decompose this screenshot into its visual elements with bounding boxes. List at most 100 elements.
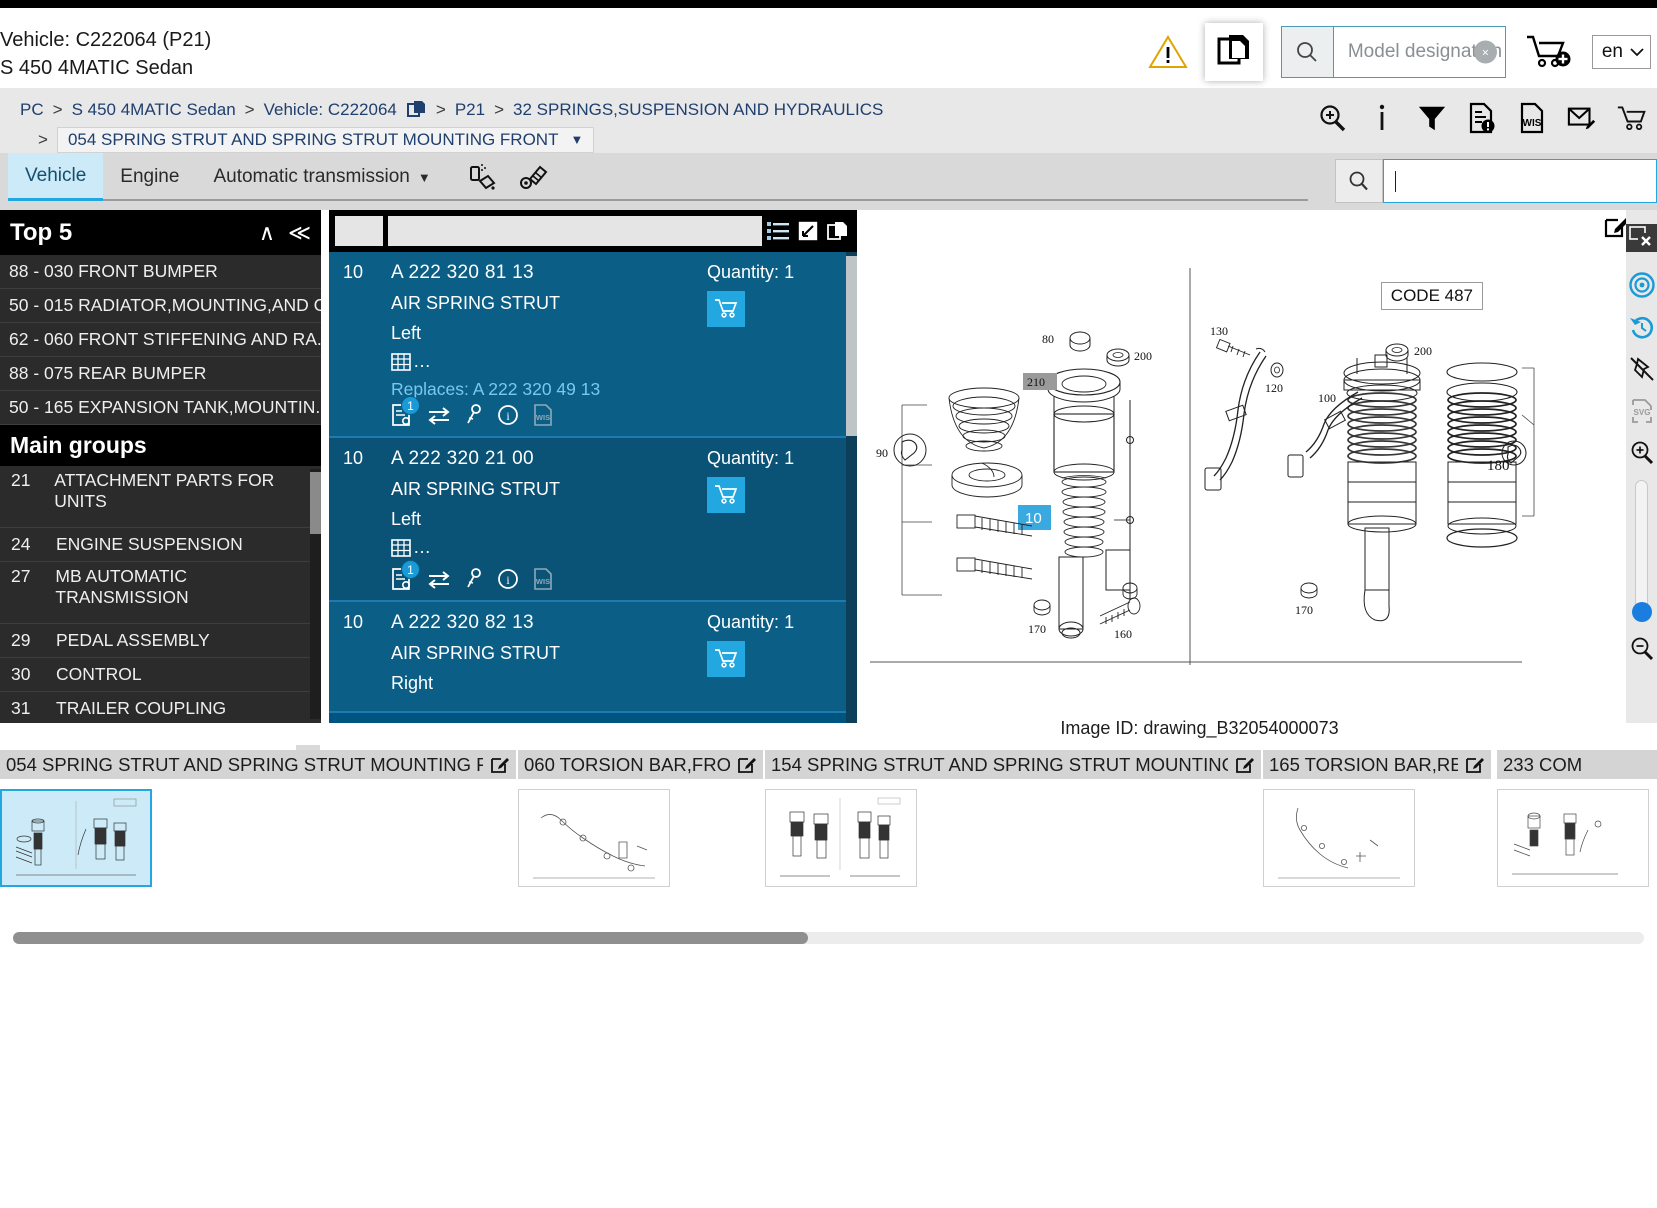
thumbnail-image[interactable] [518, 789, 670, 887]
thumbnail-image[interactable] [1263, 789, 1415, 887]
language-selector[interactable]: en [1591, 35, 1651, 69]
wis-icon[interactable]: WIS [533, 568, 553, 590]
drawing-viewer[interactable]: CODE 487 80 200 210 10 90 160 170 130 12… [862, 210, 1537, 723]
chevron-up-icon[interactable]: ∧ [259, 220, 275, 246]
part-number[interactable]: A 222 320 81 13 [391, 262, 707, 284]
expand-icon[interactable] [797, 220, 819, 242]
wis-icon[interactable]: WIS [533, 404, 553, 426]
part-number[interactable]: A 222 320 21 00 [391, 448, 707, 470]
part-number[interactable]: A 222 320 82 13 [391, 612, 707, 634]
edit-pencil-icon[interactable] [491, 755, 510, 774]
thumbnail-column[interactable]: 233 COM [1497, 750, 1657, 887]
close-icon[interactable] [1626, 224, 1657, 252]
thumbnail-header[interactable]: 154 SPRING STRUT AND SPRING STRUT MOUNTI… [765, 750, 1261, 779]
paint-spray-icon[interactable] [466, 161, 498, 193]
tab-engine[interactable]: Engine [103, 153, 196, 201]
tab-automatic-transmission[interactable]: Automatic transmission ▼ [196, 153, 447, 201]
main-group-30[interactable]: 30 CONTROL [0, 658, 321, 692]
breadcrumb-item-p21[interactable]: P21 [455, 100, 485, 120]
cart-icon[interactable] [1617, 102, 1647, 134]
thumbnail-image-selected[interactable] [0, 789, 152, 887]
info-circle-icon[interactable]: i [497, 568, 519, 590]
horizontal-scrollbar-thumb[interactable] [13, 932, 808, 944]
edit-pencil-icon[interactable] [1236, 755, 1255, 774]
main-group-27[interactable]: 27 MB AUTOMATIC TRANSMISSION [0, 562, 321, 624]
zoom-search-icon[interactable] [1317, 102, 1347, 134]
part-replaces[interactable]: Replaces: A 222 320 49 13 [391, 379, 707, 400]
target-focus-icon[interactable] [1626, 264, 1657, 306]
thumbnail-header[interactable]: 165 TORSION BAR,REAR [1263, 750, 1491, 779]
zoom-in-icon[interactable] [1626, 432, 1657, 474]
warning-triangle-icon[interactable] [1145, 29, 1191, 75]
svg-export-icon[interactable]: SVG [1626, 390, 1657, 432]
copy-icon[interactable] [827, 220, 849, 242]
part-quantity: Quantity: 1 [707, 612, 845, 633]
thumbnail-column[interactable]: 060 TORSION BAR,FRONT [518, 750, 763, 887]
breadcrumb-current-dropdown[interactable]: 054 SPRING STRUT AND SPRING STRUT MOUNTI… [56, 126, 595, 153]
part-row[interactable]: 10 A 222 320 82 13 AIR SPRING STRUT Righ… [329, 602, 857, 713]
add-to-cart-button[interactable] [707, 291, 745, 327]
thumbnail-image[interactable] [765, 789, 917, 887]
zoom-slider-handle[interactable] [1632, 602, 1652, 622]
part-row[interactable]: 10 A 222 320 81 13 AIR SPRING STRUT Left… [329, 252, 857, 438]
top5-item[interactable]: 50 - 015 RADIATOR,MOUNTING,AND C... [0, 289, 321, 323]
history-undo-icon[interactable] [1626, 306, 1657, 348]
tab-vehicle[interactable]: Vehicle [8, 153, 104, 201]
exchange-arrows-icon[interactable] [427, 569, 451, 589]
wis-document-icon[interactable]: WIS [1517, 102, 1547, 134]
breadcrumb-item-vehicle[interactable]: Vehicle: C222064 [264, 100, 397, 120]
model-designation-search[interactable]: Model designation × [1280, 26, 1506, 78]
top5-item[interactable]: 62 - 060 FRONT STIFFENING AND RA... [0, 323, 321, 357]
info-icon[interactable] [1367, 102, 1397, 134]
sidebar-scrollbar-thumb[interactable] [310, 472, 321, 534]
parts-search[interactable] [1335, 159, 1657, 203]
main-group-21[interactable]: 21 ATTACHMENT PARTS FOR UNITS [0, 466, 321, 528]
breadcrumb-item-pc[interactable]: PC [20, 100, 44, 120]
add-to-cart-button[interactable] [707, 641, 745, 677]
filter-funnel-icon[interactable] [1417, 102, 1447, 134]
collapse-left-icon[interactable]: ≪ [288, 220, 311, 246]
copy-documents-icon[interactable] [1204, 23, 1263, 81]
thumbnail-column[interactable]: 054 SPRING STRUT AND SPRING STRUT MOUNTI… [0, 750, 516, 887]
parts-scrollbar-thumb[interactable] [846, 256, 857, 436]
zoom-out-icon[interactable] [1626, 628, 1657, 670]
edit-pencil-icon[interactable] [738, 755, 757, 774]
edit-pencil-icon[interactable] [1466, 755, 1485, 774]
top5-item[interactable]: 50 - 165 EXPANSION TANK,MOUNTIN... [0, 391, 321, 425]
thumbnail-header[interactable]: 060 TORSION BAR,FRONT [518, 750, 763, 779]
copy-vehicle-icon[interactable] [406, 99, 427, 120]
key-icon[interactable] [465, 404, 483, 426]
main-group-29[interactable]: 29 PEDAL ASSEMBLY [0, 624, 321, 658]
model-designation-input[interactable]: Model designation × [1334, 27, 1505, 77]
breadcrumb-item-group[interactable]: 32 SPRINGS,SUSPENSION AND HYDRAULICS [513, 100, 883, 120]
info-circle-icon[interactable]: i [497, 404, 519, 426]
part-row[interactable]: 10 A 222 320 21 00 AIR SPRING STRUT Left… [329, 438, 857, 602]
top5-item[interactable]: 88 - 075 REAR BUMPER [0, 357, 321, 391]
parts-filter-box-wide[interactable] [388, 216, 762, 246]
hardware-bolt-icon[interactable] [518, 161, 550, 193]
application-window: Vehicle: C222064 (P21) S 450 4MATIC Seda… [0, 0, 1657, 1208]
list-view-icon[interactable] [767, 221, 789, 241]
main-group-24[interactable]: 24 ENGINE SUSPENSION [0, 528, 321, 562]
cart-add-icon[interactable] [1518, 32, 1580, 72]
zoom-slider[interactable] [1632, 480, 1652, 622]
exchange-arrows-icon[interactable] [427, 405, 451, 425]
parts-filter-box-small[interactable] [335, 216, 383, 246]
thumbnail-header[interactable]: 233 COM [1497, 750, 1657, 779]
thumbnail-header[interactable]: 054 SPRING STRUT AND SPRING STRUT MOUNTI… [0, 750, 516, 779]
unpin-icon[interactable] [1626, 348, 1657, 390]
add-to-cart-button[interactable] [707, 477, 745, 513]
key-icon[interactable] [465, 568, 483, 590]
thumbnail-column[interactable]: 154 SPRING STRUT AND SPRING STRUT MOUNTI… [765, 750, 1261, 887]
breadcrumb-item-model[interactable]: S 450 4MATIC Sedan [72, 100, 236, 120]
part-table-icon[interactable]: … [391, 351, 707, 372]
parts-search-input[interactable] [1383, 159, 1657, 203]
clear-search-icon[interactable]: × [1473, 40, 1497, 64]
top5-item[interactable]: 88 - 030 FRONT BUMPER [0, 255, 321, 289]
document-alert-icon[interactable] [1467, 102, 1497, 134]
part-table-icon[interactable]: … [391, 537, 707, 558]
thumbnail-image[interactable] [1497, 789, 1649, 887]
thumbnail-column[interactable]: 165 TORSION BAR,REAR [1263, 750, 1491, 887]
mail-edit-icon[interactable] [1567, 102, 1597, 134]
main-group-31[interactable]: 31 TRAILER COUPLING [0, 692, 321, 723]
